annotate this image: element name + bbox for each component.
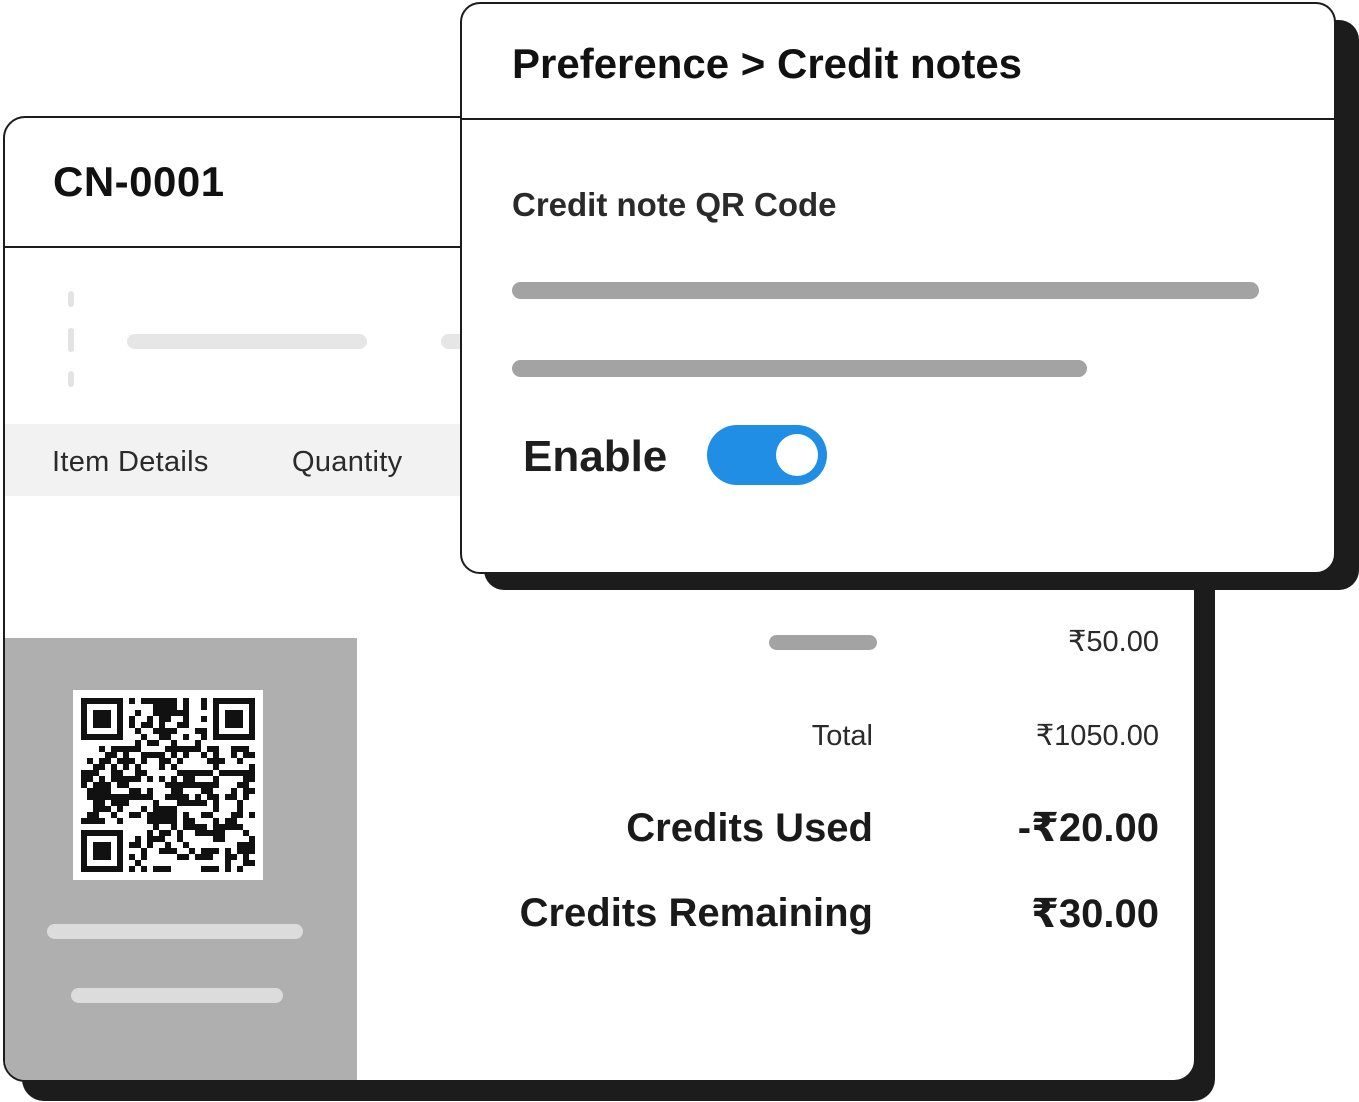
preference-popup: Preference > Credit notes Credit note QR… [460,2,1336,574]
total-label: Total [811,720,873,752]
placeholder-dash [68,291,74,307]
placeholder-dash [68,371,74,387]
toggle-knob[interactable] [776,434,818,476]
placeholder-dash [68,328,74,352]
column-quantity: Quantity [292,446,403,478]
credits-used-value: -₹20.00 [1017,806,1159,850]
placeholder-line [127,334,367,349]
credits-used-label: Credits Used [626,806,873,850]
enable-label: Enable [523,432,668,481]
enable-qr-toggle[interactable] [707,425,827,485]
placeholder-line [512,360,1087,377]
total-value: ₹1050.00 [1035,720,1159,752]
qr-code-icon [73,690,263,880]
credit-note-number: CN-0001 [53,158,225,205]
credits-remaining-value: ₹30.00 [1031,892,1159,936]
placeholder-line [512,282,1259,299]
placeholder-line [71,988,283,1003]
qr-code-panel [5,638,357,1080]
placeholder-line [769,635,877,650]
preference-breadcrumb-title: Preference > Credit notes [512,40,1023,87]
subtotal-value: ₹50.00 [1067,626,1159,658]
column-item-details: Item Details [52,446,209,478]
qr-code-section-title: Credit note QR Code [512,186,837,223]
placeholder-line [47,924,303,939]
credits-remaining-label: Credits Remaining [519,891,873,935]
preference-popup-header: Preference > Credit notes [462,4,1334,120]
